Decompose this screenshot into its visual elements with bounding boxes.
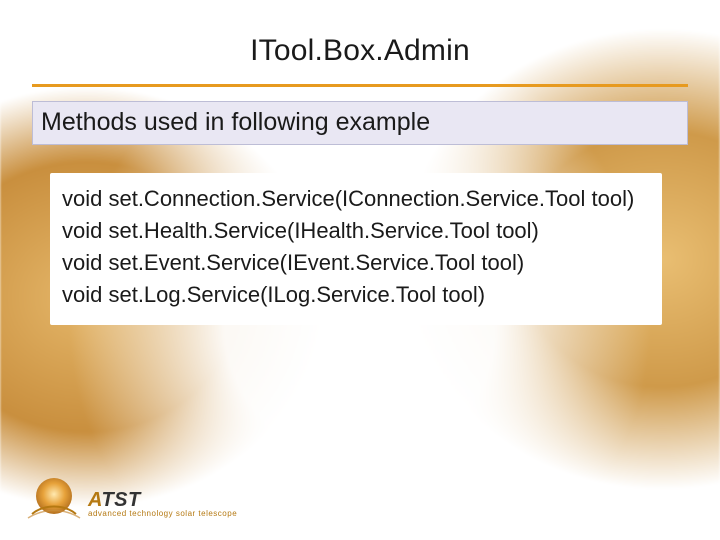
method-list: void set.Connection.Service(IConnection.… [50, 173, 662, 325]
logo-acronym: ATST [88, 490, 237, 510]
code-line: void set.Event.Service(IEvent.Service.To… [62, 247, 650, 279]
atst-logo: ATST advanced technology solar telescope [26, 474, 237, 522]
code-line: void set.Health.Service(IHealth.Service.… [62, 215, 650, 247]
sun-icon [26, 474, 82, 522]
logo-subtitle: advanced technology solar telescope [88, 510, 237, 518]
title-area: ITool.Box.Admin [32, 34, 688, 87]
slide-title: ITool.Box.Admin [32, 34, 688, 68]
code-line: void set.Connection.Service(IConnection.… [62, 183, 650, 215]
title-divider [32, 84, 688, 87]
code-line: void set.Log.Service(ILog.Service.Tool t… [62, 279, 650, 311]
slide-content: ITool.Box.Admin Methods used in followin… [0, 0, 720, 540]
logo-text: ATST advanced technology solar telescope [88, 490, 237, 522]
section-heading: Methods used in following example [32, 101, 688, 145]
